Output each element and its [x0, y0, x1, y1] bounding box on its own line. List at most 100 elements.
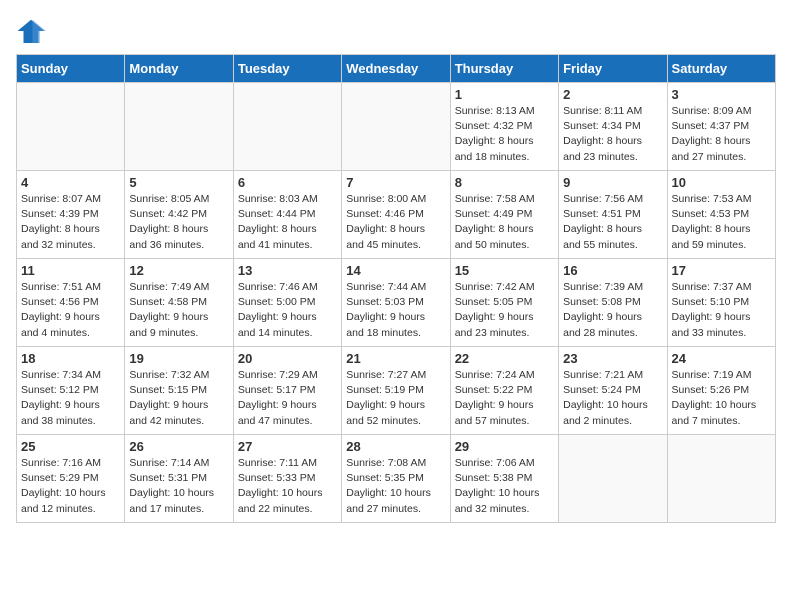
day-info: Sunrise: 8:11 AM Sunset: 4:34 PM Dayligh… [563, 104, 662, 165]
day-info: Sunrise: 8:03 AM Sunset: 4:44 PM Dayligh… [238, 192, 337, 253]
day-number: 15 [455, 263, 554, 278]
logo-icon [16, 16, 46, 46]
calendar-cell: 6 Sunrise: 8:03 AM Sunset: 4:44 PM Daylig… [233, 171, 341, 259]
calendar-cell: 12 Sunrise: 7:49 AM Sunset: 4:58 PM Dayli… [125, 259, 233, 347]
calendar-header-row: SundayMondayTuesdayWednesdayThursdayFrid… [17, 55, 776, 83]
day-number: 21 [346, 351, 445, 366]
day-number: 23 [563, 351, 662, 366]
day-number: 7 [346, 175, 445, 190]
day-number: 16 [563, 263, 662, 278]
calendar-cell: 3 Sunrise: 8:09 AM Sunset: 4:37 PM Daylig… [667, 83, 775, 171]
day-number: 13 [238, 263, 337, 278]
calendar-cell: 1Sunrise: 8:13 AM Sunset: 4:32 PM Daylig… [450, 83, 558, 171]
day-number: 6 [238, 175, 337, 190]
calendar-cell [125, 83, 233, 171]
calendar-cell [17, 83, 125, 171]
weekday-header-tuesday: Tuesday [233, 55, 341, 83]
weekday-header-thursday: Thursday [450, 55, 558, 83]
calendar-cell: 18 Sunrise: 7:34 AM Sunset: 5:12 PM Dayli… [17, 347, 125, 435]
calendar-cell: 19 Sunrise: 7:32 AM Sunset: 5:15 PM Dayli… [125, 347, 233, 435]
calendar-cell: 24Sunrise: 7:19 AM Sunset: 5:26 PM Dayli… [667, 347, 775, 435]
day-info: Sunrise: 8:00 AM Sunset: 4:46 PM Dayligh… [346, 192, 445, 253]
day-number: 29 [455, 439, 554, 454]
day-number: 9 [563, 175, 662, 190]
day-number: 19 [129, 351, 228, 366]
day-info: Sunrise: 7:42 AM Sunset: 5:05 PM Dayligh… [455, 280, 554, 341]
day-info: Sunrise: 7:34 AM Sunset: 5:12 PM Dayligh… [21, 368, 120, 429]
calendar-cell: 15 Sunrise: 7:42 AM Sunset: 5:05 PM Dayli… [450, 259, 558, 347]
calendar-cell: 9 Sunrise: 7:56 AM Sunset: 4:51 PM Daylig… [559, 171, 667, 259]
day-number: 14 [346, 263, 445, 278]
day-info: Sunrise: 7:39 AM Sunset: 5:08 PM Dayligh… [563, 280, 662, 341]
calendar-cell: 4 Sunrise: 8:07 AM Sunset: 4:39 PM Daylig… [17, 171, 125, 259]
calendar-week-row: 25 Sunrise: 7:16 AM Sunset: 5:29 PM Dayli… [17, 435, 776, 523]
day-info: Sunrise: 8:13 AM Sunset: 4:32 PM Dayligh… [455, 104, 554, 165]
day-info: Sunrise: 7:32 AM Sunset: 5:15 PM Dayligh… [129, 368, 228, 429]
calendar-cell: 23 Sunrise: 7:21 AM Sunset: 5:24 PM Dayli… [559, 347, 667, 435]
day-number: 27 [238, 439, 337, 454]
calendar-cell [342, 83, 450, 171]
day-info: Sunrise: 7:56 AM Sunset: 4:51 PM Dayligh… [563, 192, 662, 253]
calendar-cell: 28 Sunrise: 7:08 AM Sunset: 5:35 PM Dayli… [342, 435, 450, 523]
calendar-table: SundayMondayTuesdayWednesdayThursdayFrid… [16, 54, 776, 523]
day-info: Sunrise: 7:08 AM Sunset: 5:35 PM Dayligh… [346, 456, 445, 517]
day-number: 18 [21, 351, 120, 366]
day-number: 12 [129, 263, 228, 278]
calendar-cell: 14 Sunrise: 7:44 AM Sunset: 5:03 PM Dayli… [342, 259, 450, 347]
day-info: Sunrise: 7:37 AM Sunset: 5:10 PM Dayligh… [672, 280, 771, 341]
calendar-cell [233, 83, 341, 171]
day-info: Sunrise: 7:29 AM Sunset: 5:17 PM Dayligh… [238, 368, 337, 429]
weekday-header-friday: Friday [559, 55, 667, 83]
day-number: 4 [21, 175, 120, 190]
calendar-cell: 11 Sunrise: 7:51 AM Sunset: 4:56 PM Dayli… [17, 259, 125, 347]
day-number: 8 [455, 175, 554, 190]
page-header [16, 16, 776, 46]
day-number: 3 [672, 87, 771, 102]
day-info: Sunrise: 7:21 AM Sunset: 5:24 PM Dayligh… [563, 368, 662, 429]
day-info: Sunrise: 7:58 AM Sunset: 4:49 PM Dayligh… [455, 192, 554, 253]
calendar-week-row: 1Sunrise: 8:13 AM Sunset: 4:32 PM Daylig… [17, 83, 776, 171]
day-info: Sunrise: 7:16 AM Sunset: 5:29 PM Dayligh… [21, 456, 120, 517]
calendar-week-row: 18 Sunrise: 7:34 AM Sunset: 5:12 PM Dayli… [17, 347, 776, 435]
day-number: 25 [21, 439, 120, 454]
weekday-header-monday: Monday [125, 55, 233, 83]
day-number: 20 [238, 351, 337, 366]
day-info: Sunrise: 7:46 AM Sunset: 5:00 PM Dayligh… [238, 280, 337, 341]
calendar-cell: 22 Sunrise: 7:24 AM Sunset: 5:22 PM Dayli… [450, 347, 558, 435]
calendar-cell: 8 Sunrise: 7:58 AM Sunset: 4:49 PM Daylig… [450, 171, 558, 259]
calendar-cell [667, 435, 775, 523]
day-number: 28 [346, 439, 445, 454]
day-info: Sunrise: 7:06 AM Sunset: 5:38 PM Dayligh… [455, 456, 554, 517]
day-number: 10 [672, 175, 771, 190]
logo [16, 16, 50, 46]
calendar-cell: 16 Sunrise: 7:39 AM Sunset: 5:08 PM Dayli… [559, 259, 667, 347]
day-info: Sunrise: 8:07 AM Sunset: 4:39 PM Dayligh… [21, 192, 120, 253]
day-info: Sunrise: 7:24 AM Sunset: 5:22 PM Dayligh… [455, 368, 554, 429]
day-number: 11 [21, 263, 120, 278]
calendar-week-row: 11 Sunrise: 7:51 AM Sunset: 4:56 PM Dayli… [17, 259, 776, 347]
day-number: 5 [129, 175, 228, 190]
weekday-header-saturday: Saturday [667, 55, 775, 83]
calendar-cell: 5 Sunrise: 8:05 AM Sunset: 4:42 PM Daylig… [125, 171, 233, 259]
day-info: Sunrise: 7:19 AM Sunset: 5:26 PM Dayligh… [672, 368, 771, 429]
day-number: 22 [455, 351, 554, 366]
calendar-cell: 26Sunrise: 7:14 AM Sunset: 5:31 PM Dayli… [125, 435, 233, 523]
calendar-cell: 29 Sunrise: 7:06 AM Sunset: 5:38 PM Dayli… [450, 435, 558, 523]
day-info: Sunrise: 7:11 AM Sunset: 5:33 PM Dayligh… [238, 456, 337, 517]
calendar-cell: 27 Sunrise: 7:11 AM Sunset: 5:33 PM Dayli… [233, 435, 341, 523]
day-number: 2 [563, 87, 662, 102]
day-info: Sunrise: 8:05 AM Sunset: 4:42 PM Dayligh… [129, 192, 228, 253]
calendar-cell: 7 Sunrise: 8:00 AM Sunset: 4:46 PM Daylig… [342, 171, 450, 259]
day-info: Sunrise: 7:53 AM Sunset: 4:53 PM Dayligh… [672, 192, 771, 253]
day-info: Sunrise: 8:09 AM Sunset: 4:37 PM Dayligh… [672, 104, 771, 165]
day-info: Sunrise: 7:44 AM Sunset: 5:03 PM Dayligh… [346, 280, 445, 341]
day-number: 26 [129, 439, 228, 454]
day-info: Sunrise: 7:51 AM Sunset: 4:56 PM Dayligh… [21, 280, 120, 341]
calendar-cell: 20 Sunrise: 7:29 AM Sunset: 5:17 PM Dayli… [233, 347, 341, 435]
day-number: 17 [672, 263, 771, 278]
calendar-cell: 21Sunrise: 7:27 AM Sunset: 5:19 PM Dayli… [342, 347, 450, 435]
calendar-cell: 17 Sunrise: 7:37 AM Sunset: 5:10 PM Dayli… [667, 259, 775, 347]
day-info: Sunrise: 7:49 AM Sunset: 4:58 PM Dayligh… [129, 280, 228, 341]
weekday-header-wednesday: Wednesday [342, 55, 450, 83]
calendar-cell [559, 435, 667, 523]
